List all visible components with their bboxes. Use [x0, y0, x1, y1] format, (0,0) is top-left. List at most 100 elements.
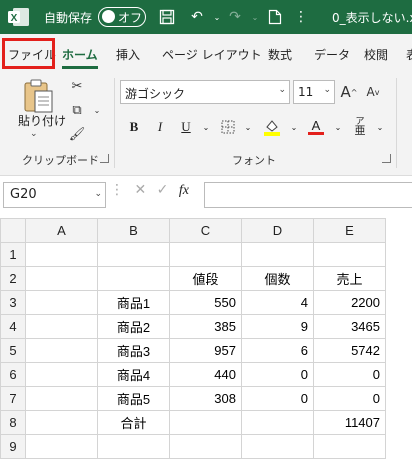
- cell[interactable]: 957: [169, 338, 242, 363]
- cell[interactable]: [241, 242, 314, 267]
- autosave-toggle[interactable]: オフ: [98, 7, 146, 27]
- cell[interactable]: 合計: [97, 410, 170, 435]
- borders-icon[interactable]: [218, 116, 238, 138]
- new-file-icon[interactable]: [264, 6, 286, 28]
- cell[interactable]: [241, 410, 314, 435]
- customize-quick-access-icon[interactable]: ⋮: [290, 6, 312, 28]
- row-header[interactable]: 2: [0, 266, 26, 291]
- cell[interactable]: [241, 434, 314, 459]
- select-all-corner[interactable]: [0, 218, 26, 243]
- row-header[interactable]: 3: [0, 290, 26, 315]
- cell[interactable]: 385: [169, 314, 242, 339]
- cell[interactable]: 商品1: [97, 290, 170, 315]
- cell[interactable]: 個数: [241, 266, 314, 291]
- cell[interactable]: [169, 242, 242, 267]
- cell[interactable]: 550: [169, 290, 242, 315]
- italic-button[interactable]: I: [150, 116, 170, 138]
- borders-dropdown-icon[interactable]: ⌄: [238, 116, 258, 138]
- tab-view[interactable]: 表: [406, 46, 412, 63]
- cell[interactable]: 0: [241, 386, 314, 411]
- cell[interactable]: [25, 362, 98, 387]
- cell[interactable]: [97, 266, 170, 291]
- phonetic-dropdown-icon[interactable]: ⌄: [370, 116, 390, 138]
- fill-color-dropdown-icon[interactable]: ⌄: [284, 116, 304, 138]
- row-header[interactable]: 4: [0, 314, 26, 339]
- underline-dropdown-icon[interactable]: ⌄: [196, 116, 216, 138]
- cell[interactable]: [25, 386, 98, 411]
- cell[interactable]: [97, 434, 170, 459]
- copy-icon[interactable]: ⧉: [66, 100, 88, 120]
- tab-page-layout[interactable]: ページ レイアウト: [162, 46, 262, 63]
- paste-icon[interactable]: [22, 78, 54, 114]
- cut-icon[interactable]: ✂: [66, 76, 88, 96]
- tab-data[interactable]: データ: [314, 46, 350, 63]
- font-size-dropdown[interactable]: 11 ⌄: [293, 80, 335, 104]
- tab-insert[interactable]: 挿入: [116, 46, 140, 63]
- cell[interactable]: 商品2: [97, 314, 170, 339]
- cell[interactable]: 5742: [313, 338, 386, 363]
- cell[interactable]: 11407: [313, 410, 386, 435]
- font-color-icon[interactable]: A: [306, 116, 326, 138]
- cell[interactable]: [25, 290, 98, 315]
- insert-function-icon[interactable]: fx: [179, 183, 189, 198]
- row-header[interactable]: 8: [0, 410, 26, 435]
- cell[interactable]: 商品4: [97, 362, 170, 387]
- cell[interactable]: 0: [313, 386, 386, 411]
- cell[interactable]: 308: [169, 386, 242, 411]
- cell[interactable]: [25, 266, 98, 291]
- undo-icon[interactable]: ↶: [186, 6, 208, 28]
- cell[interactable]: 4: [241, 290, 314, 315]
- row-header[interactable]: 1: [0, 242, 26, 267]
- cell[interactable]: 値段: [169, 266, 242, 291]
- font-launcher-icon[interactable]: [382, 154, 391, 163]
- redo-icon[interactable]: ↷: [224, 6, 246, 28]
- save-icon[interactable]: [156, 6, 178, 28]
- column-header[interactable]: E: [313, 218, 386, 243]
- tab-review[interactable]: 校閲: [364, 46, 388, 63]
- cell[interactable]: 9: [241, 314, 314, 339]
- cell[interactable]: [25, 314, 98, 339]
- phonetic-guide-icon[interactable]: ア亜: [350, 116, 370, 138]
- column-header[interactable]: B: [97, 218, 170, 243]
- row-header[interactable]: 5: [0, 338, 26, 363]
- column-header[interactable]: A: [25, 218, 98, 243]
- cell[interactable]: [25, 410, 98, 435]
- format-painter-icon[interactable]: 🖌: [66, 124, 88, 144]
- cell[interactable]: 0: [241, 362, 314, 387]
- cell[interactable]: [313, 242, 386, 267]
- cell[interactable]: 商品5: [97, 386, 170, 411]
- enter-icon[interactable]: ✓: [157, 182, 169, 198]
- paste-dropdown-icon[interactable]: ⌄: [30, 129, 38, 139]
- font-name-dropdown[interactable]: 游ゴシック ⌄: [120, 80, 290, 104]
- cell[interactable]: 売上: [313, 266, 386, 291]
- cell[interactable]: 6: [241, 338, 314, 363]
- cell[interactable]: 商品3: [97, 338, 170, 363]
- underline-button[interactable]: U: [176, 116, 196, 138]
- cell[interactable]: [313, 434, 386, 459]
- cell[interactable]: [25, 242, 98, 267]
- column-header[interactable]: D: [241, 218, 314, 243]
- cell[interactable]: [169, 434, 242, 459]
- tab-home[interactable]: ホーム: [62, 46, 98, 63]
- cell[interactable]: 0: [313, 362, 386, 387]
- row-header[interactable]: 6: [0, 362, 26, 387]
- redo-dropdown-icon[interactable]: ⌄: [244, 6, 266, 28]
- tab-formulas[interactable]: 数式: [268, 46, 292, 63]
- shrink-font-icon[interactable]: Av: [362, 82, 384, 102]
- cell[interactable]: 440: [169, 362, 242, 387]
- row-header[interactable]: 9: [0, 434, 26, 459]
- cell[interactable]: [97, 242, 170, 267]
- cell[interactable]: [169, 410, 242, 435]
- cell[interactable]: [25, 338, 98, 363]
- copy-dropdown-icon[interactable]: ⌄: [86, 100, 108, 120]
- paste-button-label[interactable]: 貼り付け: [18, 112, 66, 129]
- cell[interactable]: 3465: [313, 314, 386, 339]
- grow-font-icon[interactable]: A ^: [338, 82, 360, 102]
- cell[interactable]: 2200: [313, 290, 386, 315]
- fill-color-icon[interactable]: [262, 116, 282, 138]
- bold-button[interactable]: B: [124, 116, 144, 138]
- cell[interactable]: [25, 434, 98, 459]
- name-box[interactable]: G20 ⌄: [3, 182, 106, 208]
- row-header[interactable]: 7: [0, 386, 26, 411]
- formula-input[interactable]: [204, 182, 412, 208]
